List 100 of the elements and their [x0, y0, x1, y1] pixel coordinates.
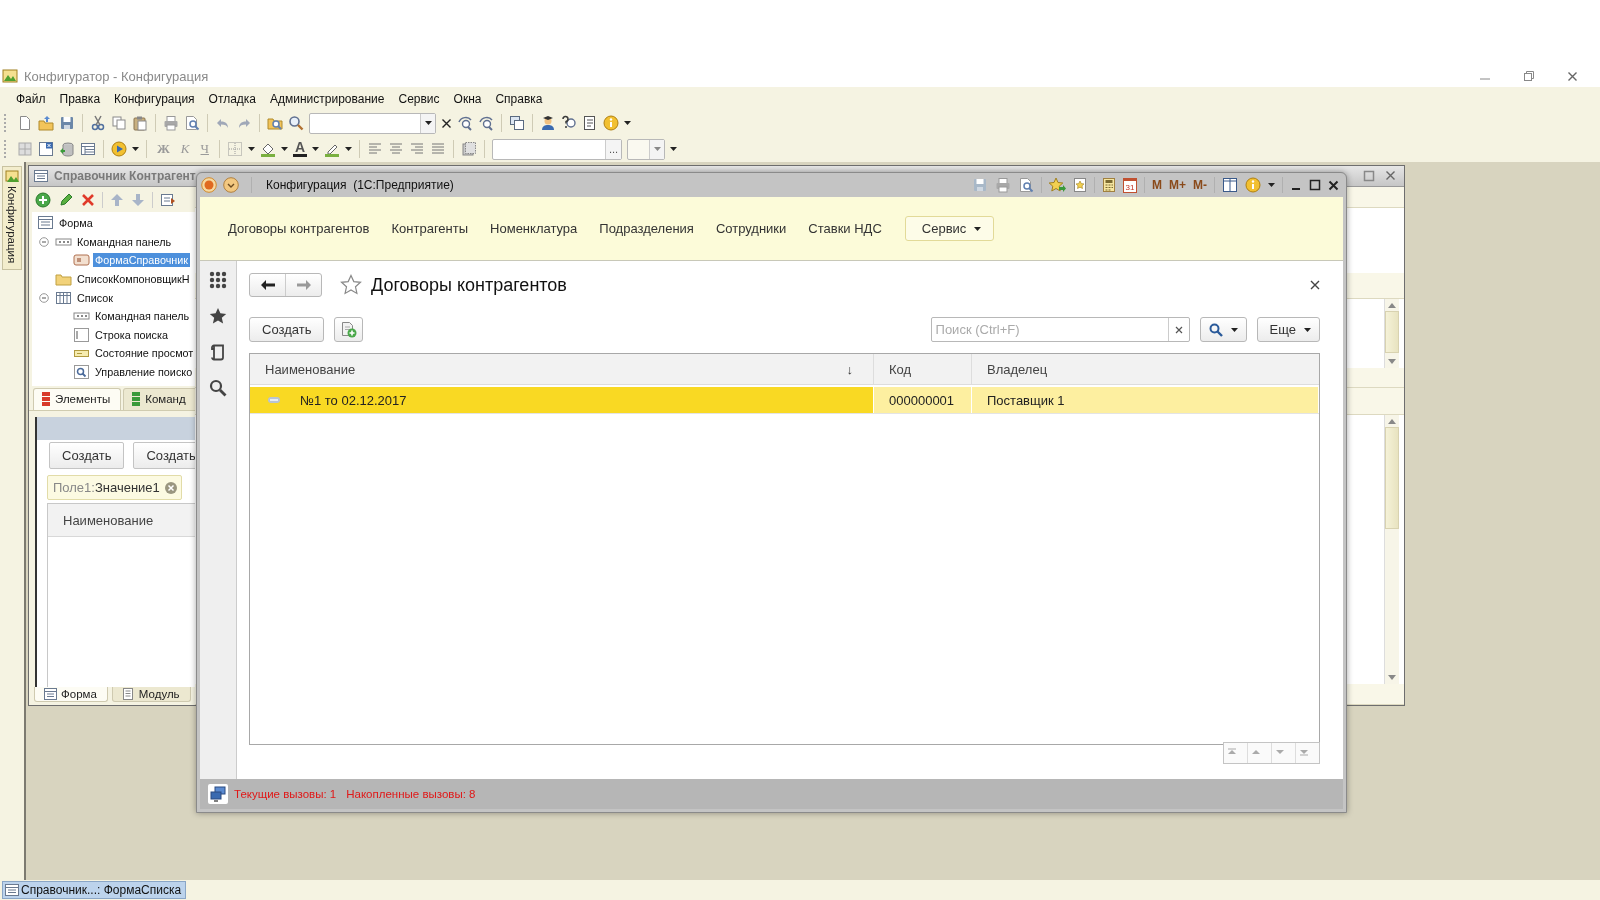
search-icon[interactable]: [288, 115, 304, 131]
menu-item[interactable]: Отладка: [201, 89, 264, 108]
maximize-icon[interactable]: [1309, 179, 1321, 191]
print-icon[interactable]: [163, 115, 179, 131]
fill-color-icon[interactable]: [259, 141, 276, 157]
menu-item[interactable]: Окна: [446, 89, 489, 108]
cut-icon[interactable]: [90, 115, 106, 131]
menu-item[interactable]: Файл: [9, 89, 53, 108]
windows-icon[interactable]: [509, 115, 525, 131]
collapse-icon[interactable]: [39, 236, 49, 247]
tree-item[interactable]: Список: [75, 290, 115, 305]
scroll-button-group[interactable]: [1223, 742, 1320, 764]
caret-icon[interactable]: [624, 121, 631, 125]
frame-icon[interactable]: [461, 141, 478, 157]
close-icon[interactable]: [1567, 70, 1578, 82]
tree-item[interactable]: Управление поиско: [93, 365, 195, 380]
caret-icon[interactable]: [280, 147, 288, 151]
tree-item[interactable]: Командная панель: [75, 234, 174, 249]
collapse-icon[interactable]: [39, 292, 49, 303]
caret-icon[interactable]: [670, 147, 678, 151]
create-button[interactable]: Создать: [49, 442, 125, 469]
app-logo-icon[interactable]: [201, 177, 217, 193]
syntax-document-icon[interactable]: [582, 115, 598, 131]
tree-item[interactable]: Командная панель: [93, 309, 192, 324]
print-icon[interactable]: [995, 177, 1011, 193]
form-icon[interactable]: [38, 141, 54, 157]
memory-button[interactable]: M-: [1193, 178, 1207, 192]
copy-icon[interactable]: [111, 115, 127, 131]
tree-item[interactable]: СписокКомпоновщикН: [75, 272, 192, 287]
apps-grid-icon[interactable]: [209, 271, 227, 289]
table-cell[interactable]: №1 то 02.12.2017: [250, 387, 874, 413]
table-form-icon[interactable]: [80, 141, 96, 157]
panel-tab[interactable]: Элементы: [33, 388, 122, 410]
folder-icon[interactable]: [38, 115, 54, 131]
service-menu-button[interactable]: Сервис: [904, 216, 995, 241]
editor-tab[interactable]: Модуль: [111, 687, 191, 702]
table-cell[interactable]: Поставщик 1: [972, 387, 1319, 413]
add-copy-button[interactable]: [334, 317, 364, 342]
close-icon[interactable]: [1328, 179, 1339, 191]
close-icon[interactable]: [1310, 280, 1320, 290]
print-preview-icon[interactable]: [1018, 177, 1034, 193]
section-link[interactable]: Номенклатура: [479, 217, 589, 240]
find-in-folder-icon[interactable]: [267, 115, 283, 131]
create-button[interactable]: Создать: [133, 442, 195, 469]
panels-icon[interactable]: [1222, 177, 1238, 193]
memory-button[interactable]: M: [1152, 178, 1162, 192]
menu-circle-icon[interactable]: [223, 177, 239, 193]
clear-icon[interactable]: [1174, 325, 1183, 334]
find-previous-icon[interactable]: [478, 115, 494, 131]
create-button[interactable]: Создать: [249, 317, 325, 342]
combo-field[interactable]: [627, 138, 666, 160]
section-link[interactable]: Подразделения: [588, 217, 705, 240]
configuration-tab[interactable]: Конфигурация: [2, 166, 22, 271]
favorite-add-icon[interactable]: [1049, 177, 1066, 193]
database-icon[interactable]: [59, 141, 75, 157]
menu-item[interactable]: Конфигурация: [107, 89, 202, 108]
section-link[interactable]: Контрагенты: [380, 217, 480, 240]
favorite-star-icon[interactable]: [340, 274, 362, 296]
tree-item[interactable]: Строка поиска: [93, 327, 170, 342]
edit-icon[interactable]: [58, 191, 74, 208]
clear-icon[interactable]: [441, 117, 452, 129]
calculator-icon[interactable]: [1102, 177, 1116, 193]
picker-button[interactable]: ...: [604, 139, 622, 159]
print-preview-icon[interactable]: [184, 115, 200, 131]
calendar-icon[interactable]: 31: [1123, 177, 1137, 193]
navigation-group[interactable]: [249, 273, 322, 297]
info-icon[interactable]: [603, 115, 619, 131]
caret-icon[interactable]: [312, 147, 320, 151]
caret-icon[interactable]: [132, 147, 139, 151]
editor-tab[interactable]: Форма: [34, 687, 108, 702]
person-icon[interactable]: [540, 115, 556, 131]
caret-icon[interactable]: [247, 147, 255, 151]
panel-tab[interactable]: Команд: [123, 388, 197, 410]
column-header[interactable]: Наименование ↓: [250, 354, 874, 384]
history-icon[interactable]: [209, 343, 227, 361]
column-header[interactable]: Код: [874, 354, 972, 384]
section-link[interactable]: Ставки НДС: [797, 217, 893, 240]
add-icon[interactable]: [35, 191, 51, 208]
search-options-button[interactable]: [1199, 317, 1247, 342]
menu-item[interactable]: Сервис: [391, 89, 447, 108]
filter-tag[interactable]: Поле1:Значение1: [47, 475, 182, 500]
search-icon[interactable]: [209, 379, 227, 397]
memory-button[interactable]: M+: [1169, 178, 1186, 192]
scrollbar[interactable]: [1384, 299, 1399, 368]
tree-item[interactable]: Состояние просмот: [93, 346, 195, 361]
scrollbar[interactable]: [1384, 415, 1399, 684]
find-next-icon[interactable]: [457, 115, 473, 131]
star-icon[interactable]: [209, 307, 227, 325]
column-header[interactable]: Владелец: [972, 354, 1319, 384]
save-icon[interactable]: [972, 177, 988, 193]
close-icon[interactable]: [1385, 170, 1396, 181]
menu-item[interactable]: Администрирование: [263, 89, 392, 108]
menu-item[interactable]: Справка: [488, 89, 550, 108]
section-link[interactable]: Договоры контрагентов: [217, 217, 381, 240]
tree-item[interactable]: Форма: [57, 216, 95, 231]
paste-icon[interactable]: [132, 115, 148, 131]
more-button[interactable]: Еще: [1256, 317, 1320, 342]
save-icon[interactable]: [59, 115, 75, 131]
properties-icon[interactable]: [160, 191, 176, 208]
menu-item[interactable]: Правка: [52, 89, 108, 108]
